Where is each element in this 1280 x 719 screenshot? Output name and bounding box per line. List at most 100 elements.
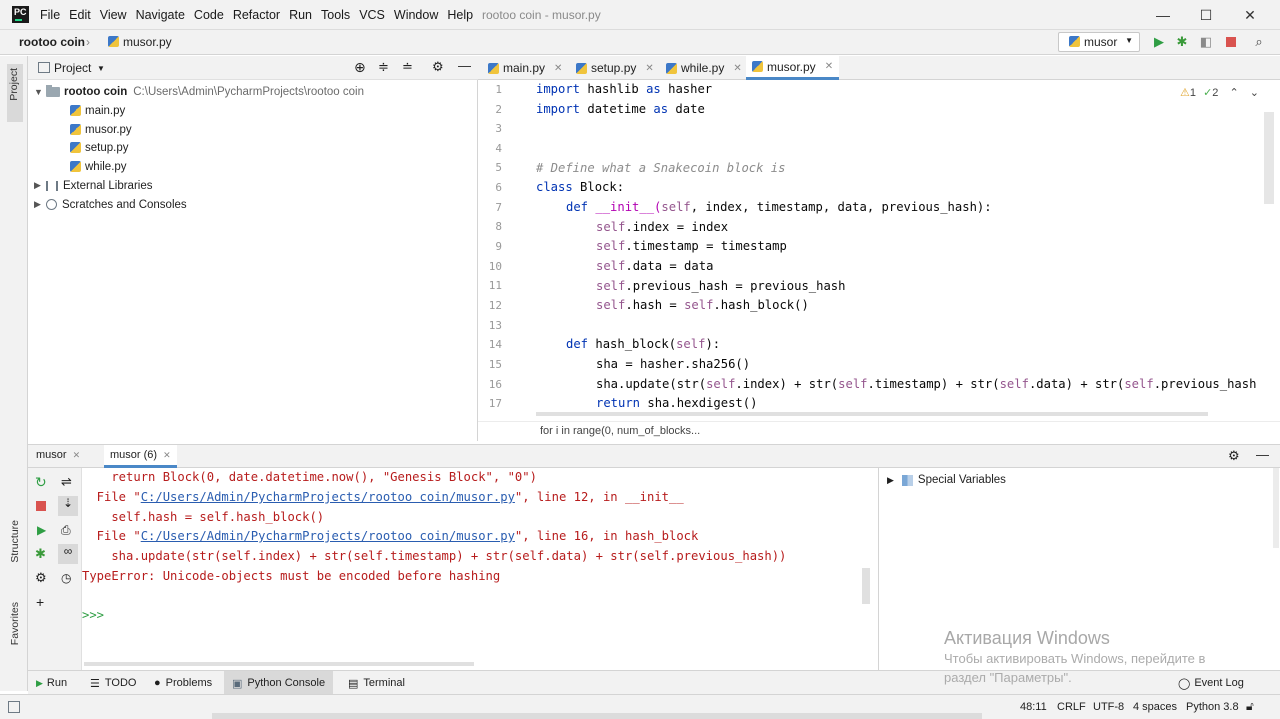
breadcrumb-project[interactable]: rootoo coin — [19, 35, 85, 49]
tree-file[interactable]: main.py — [70, 101, 125, 120]
chevron-down-icon[interactable]: ▼ — [97, 64, 105, 73]
close-icon[interactable]: ✕ — [825, 61, 833, 72]
maximize-button[interactable]: ☐ — [1183, 0, 1229, 30]
line-separator[interactable]: CRLF — [1057, 701, 1086, 713]
menu-code[interactable]: Code — [194, 8, 224, 22]
menu-vcs[interactable]: VCS — [359, 8, 385, 22]
tree-file[interactable]: setup.py — [70, 138, 128, 157]
terminal-tool-button[interactable]: ▤ Terminal — [340, 671, 413, 695]
file-encoding[interactable]: UTF-8 — [1093, 701, 1124, 713]
console-tab-musor-6[interactable]: musor (6) ✕ — [104, 445, 177, 468]
menu-navigate[interactable]: Navigate — [136, 8, 185, 22]
menu-tools[interactable]: Tools — [321, 8, 350, 22]
coverage-icon[interactable]: ◧ — [1197, 33, 1215, 51]
chevron-right-icon[interactable]: ▶ — [34, 199, 46, 210]
project-tool-button[interactable]: Project — [7, 64, 23, 122]
tree-external-label: External Libraries — [63, 179, 153, 192]
problems-tool-button[interactable]: ● Problems — [146, 671, 220, 695]
run-tool-button[interactable]: ▶ Run — [28, 671, 75, 695]
gear-icon[interactable]: ⚙ — [35, 570, 47, 586]
close-icon[interactable]: ✕ — [645, 63, 653, 74]
console-scrollbar[interactable] — [862, 568, 870, 604]
stop-icon[interactable] — [1222, 33, 1240, 51]
caret-position[interactable]: 48:11 — [1020, 701, 1047, 713]
left-tool-strip: Project Structure Favorites — [0, 56, 28, 691]
tab-while-py[interactable]: while.py ✕ — [660, 56, 748, 80]
chevron-right-icon[interactable]: ▶ — [34, 180, 46, 191]
console-h-scrollbar[interactable] — [84, 662, 474, 666]
run-icon[interactable]: ▶ — [1150, 33, 1168, 51]
favorites-tool-button[interactable]: Favorites — [9, 602, 21, 645]
traceback-link[interactable]: C:/Users/Admin/PycharmProjects/rootoo co… — [141, 490, 515, 504]
project-view-select[interactable]: Project — [54, 61, 91, 75]
tree-root[interactable]: ▼ rootoo coin C:\Users\Admin\PycharmProj… — [34, 82, 364, 101]
tree-file[interactable]: musor.py — [70, 120, 132, 139]
stop-icon[interactable] — [36, 501, 46, 511]
indent-setting[interactable]: 4 spaces — [1133, 701, 1177, 713]
tree-file-label: main.py — [85, 104, 126, 117]
traceback-link[interactable]: C:/Users/Admin/PycharmProjects/rootoo co… — [141, 529, 515, 543]
close-icon[interactable]: ✕ — [163, 450, 171, 460]
python-file-icon — [576, 62, 587, 74]
code-area[interactable]: import hashlib as hasher import datetime… — [478, 80, 1258, 415]
close-button[interactable]: ✕ — [1227, 0, 1273, 30]
variables-scrollbar[interactable] — [1273, 468, 1279, 548]
menu-run[interactable]: Run — [289, 8, 312, 22]
close-icon[interactable]: ✕ — [73, 450, 81, 460]
lock-icon[interactable]: 🔓︎ — [1246, 699, 1254, 714]
hide-panel-icon[interactable]: — — [1256, 447, 1269, 462]
bottom-tool-bar: ▶ Run ☰ TODO ● Problems ▣ Python Console ▤ Te… — [28, 670, 1280, 695]
run-icon[interactable]: ▶ — [37, 523, 46, 537]
gear-icon[interactable]: ⚙ — [432, 59, 444, 75]
close-icon[interactable]: ✕ — [733, 63, 741, 74]
special-variables-row[interactable]: ▶ Special Variables — [887, 474, 1006, 486]
editor-breadcrumb[interactable]: for i in range(0, num_of_blocks... — [478, 421, 1280, 441]
menu-file[interactable]: File — [40, 8, 60, 22]
tree-file[interactable]: while.py — [70, 157, 127, 176]
tree-external-libraries[interactable]: ▶ External Libraries — [34, 176, 152, 195]
console-prompt[interactable]: >>> — [82, 608, 104, 622]
debug-icon[interactable]: ✱ — [35, 546, 46, 562]
python-interpreter[interactable]: Python 3.8 — [1186, 701, 1239, 713]
locate-file-icon[interactable]: ⊕ — [354, 59, 366, 76]
event-log-tool-button[interactable]: ◯ Event Log — [1170, 671, 1252, 695]
chevron-right-icon[interactable]: ▶ — [887, 475, 894, 486]
menu-view[interactable]: View — [100, 8, 127, 22]
console-output[interactable]: return Block(0, date.datetime.now(), "Ge… — [82, 468, 877, 670]
search-everywhere-icon[interactable]: ⌕ — [1250, 33, 1268, 51]
menu-edit[interactable]: Edit — [69, 8, 91, 22]
history-icon[interactable]: ◷ — [61, 571, 71, 585]
tree-scratches[interactable]: ▶ Scratches and Consoles — [34, 195, 187, 214]
run-configuration-select[interactable]: musor ▼ — [1058, 32, 1140, 52]
tool-window-toggle-icon[interactable] — [8, 701, 20, 713]
console-tab-musor[interactable]: musor ✕ — [36, 449, 80, 461]
structure-tool-button[interactable]: Structure — [9, 520, 21, 563]
tab-setup-py[interactable]: setup.py ✕ — [570, 56, 660, 80]
breadcrumb-file[interactable]: musor.py — [108, 35, 172, 49]
close-icon[interactable]: ✕ — [554, 63, 562, 74]
add-icon[interactable]: + — [36, 594, 44, 610]
expand-all-icon[interactable]: ≑ — [378, 59, 389, 75]
print-icon[interactable]: ⎙ — [61, 523, 71, 538]
tab-musor-py[interactable]: musor.py ✕ — [746, 56, 840, 80]
show-variables-icon[interactable]: ∞ — [58, 544, 78, 564]
rerun-icon[interactable]: ↻ — [35, 474, 47, 491]
todo-tool-button[interactable]: ☰ TODO — [82, 671, 144, 695]
tab-main-py[interactable]: main.py ✕ — [482, 56, 568, 80]
menu-refactor[interactable]: Refactor — [233, 8, 280, 22]
collapse-all-icon[interactable]: ≐ — [402, 59, 413, 75]
hide-panel-icon[interactable]: — — [458, 58, 471, 73]
python-console-tool-button[interactable]: ▣ Python Console — [224, 671, 334, 695]
gear-icon[interactable]: ⚙ — [1228, 448, 1240, 464]
tool-label: Event Log — [1194, 677, 1244, 689]
tab-label: main.py — [503, 61, 546, 75]
editor-scrollbar[interactable] — [1264, 112, 1274, 204]
soft-wrap-icon[interactable]: ⇌ — [61, 474, 72, 490]
menu-window[interactable]: Window — [394, 8, 438, 22]
menu-help[interactable]: Help — [447, 8, 473, 22]
chevron-down-icon[interactable]: ▼ — [34, 87, 46, 97]
minimize-button[interactable]: — — [1140, 0, 1186, 30]
debug-icon[interactable]: ✱ — [1173, 33, 1191, 51]
scroll-to-end-icon[interactable]: ⇣ — [58, 496, 78, 516]
horizontal-scrollbar[interactable] — [536, 412, 1208, 416]
